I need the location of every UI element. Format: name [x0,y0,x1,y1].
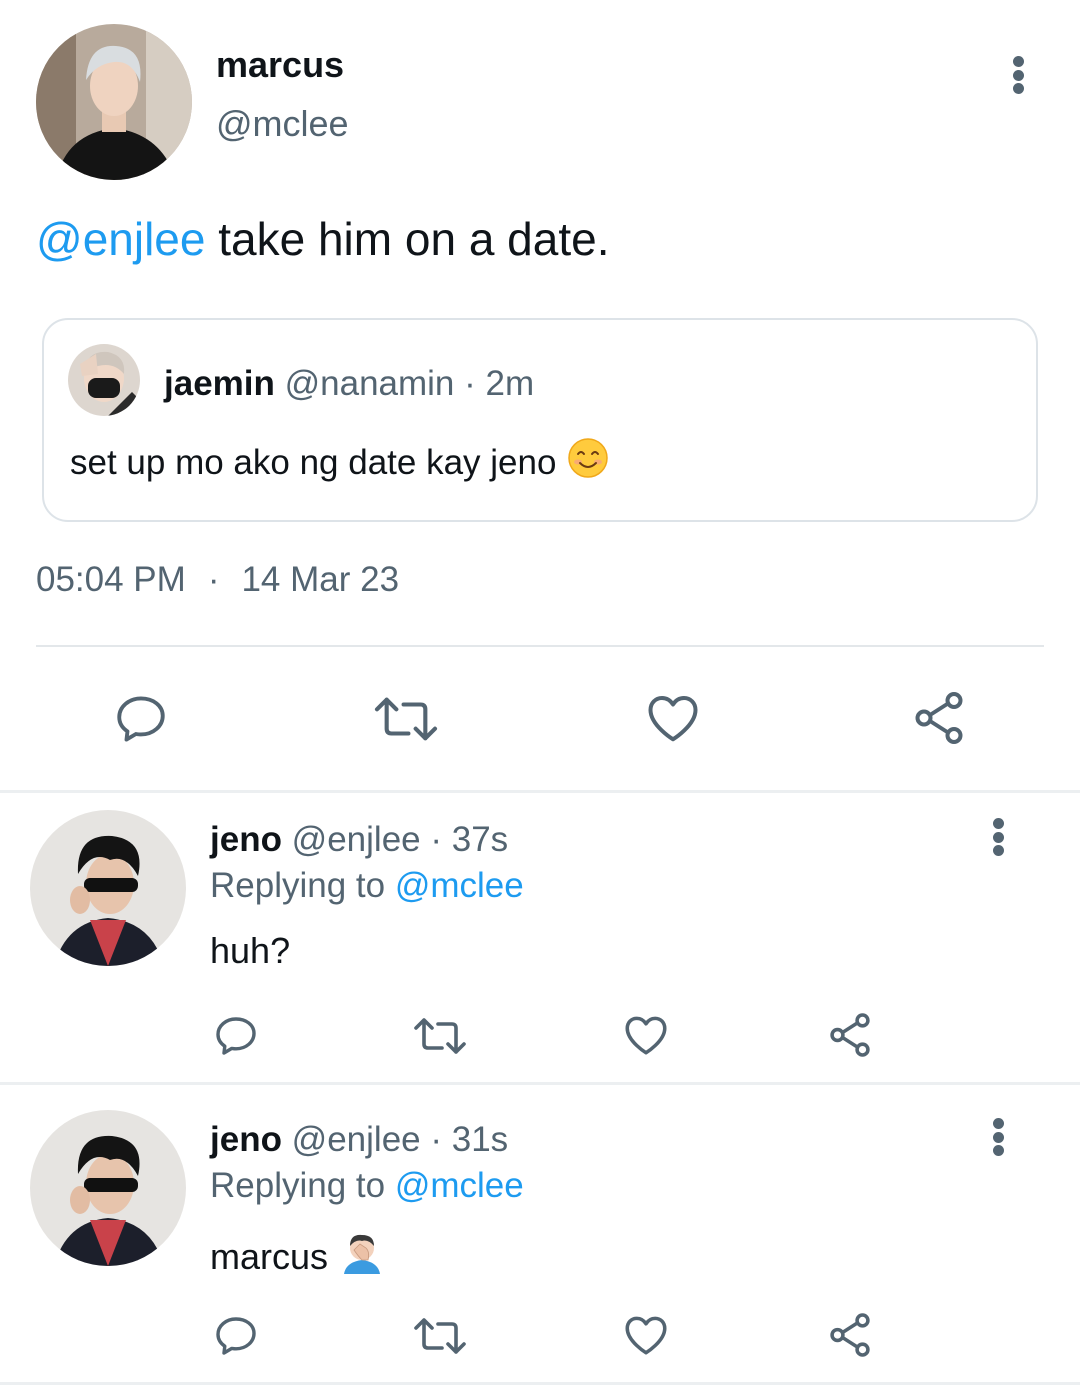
heart-icon[interactable] [620,1310,672,1360]
tweet-timestamp: 05:04 PM · 14 Mar 23 [36,560,399,600]
replying-to: Replying to @mclee [210,866,524,906]
tweet-time: 05:04 PM [36,560,186,599]
reply-body: marcus [210,1235,329,1277]
quoted-author-name: jaemin [164,364,275,403]
timestamp-separator: · [207,560,220,599]
tweet-body: take him on a date. [205,213,610,265]
tweet-text: @enjlee take him on a date. [36,212,610,266]
smiling-face-emoji [568,438,609,487]
more-vertical-icon[interactable] [988,1118,1008,1156]
reply-author-name[interactable]: jeno [210,1120,282,1159]
retweet-icon[interactable] [412,1012,468,1060]
replying-to-label: Replying to [210,866,395,905]
retweet-icon[interactable] [372,690,440,748]
reply-icon[interactable] [212,1012,260,1060]
quoted-tweet-body: set up mo ako ng date kay jeno [70,442,557,482]
jeno-avatar[interactable] [30,1110,186,1266]
facepalm-emoji [340,1230,384,1283]
tweet-date: 14 Mar 23 [241,560,400,599]
share-icon[interactable] [824,1310,876,1360]
divider [36,645,1044,647]
reply-author-name[interactable]: jeno [210,820,282,859]
reply-text: huh? [210,930,291,971]
quoted-tweet-header: jaemin @nanamin · 2m [164,364,534,404]
quoted-tweet-text: set up mo ako ng date kay jeno [70,438,609,487]
divider [0,1382,1080,1385]
quoted-author-meta: @nanamin · 2m [274,364,535,403]
heart-icon[interactable] [620,1010,672,1060]
replying-to-label: Replying to [210,1166,395,1205]
more-vertical-icon[interactable] [988,818,1008,856]
share-icon[interactable] [824,1010,876,1060]
heart-icon[interactable] [642,688,704,748]
share-icon[interactable] [908,688,970,748]
tweet-detail-screen: marcus @mclee @enjlee take him on a date… [0,0,1080,1386]
more-vertical-icon[interactable] [1008,56,1028,94]
author-handle[interactable]: @mclee [216,103,349,145]
reply-header: jeno @enjlee · 37s [210,820,508,860]
replying-to-handle[interactable]: @mclee [395,1166,524,1205]
reply-icon[interactable] [212,1312,260,1360]
marcus-avatar[interactable] [36,24,192,180]
mention-link[interactable]: @enjlee [36,213,205,265]
divider [0,790,1080,793]
retweet-icon[interactable] [412,1312,468,1360]
reply-author-meta: @enjlee · 31s [281,1120,509,1159]
reply-author-meta: @enjlee · 37s [281,820,509,859]
jeno-avatar[interactable] [30,810,186,966]
author-name[interactable]: marcus [216,44,344,86]
replying-to: Replying to @mclee [210,1166,524,1206]
reply-text: marcus [210,1230,384,1283]
replying-to-handle[interactable]: @mclee [395,866,524,905]
divider [0,1082,1080,1085]
reply-header: jeno @enjlee · 31s [210,1120,508,1160]
quoted-tweet[interactable]: jaemin @nanamin · 2m set up mo ako ng da… [42,318,1038,522]
reply-icon[interactable] [112,690,170,748]
jaemin-avatar[interactable] [68,344,140,416]
